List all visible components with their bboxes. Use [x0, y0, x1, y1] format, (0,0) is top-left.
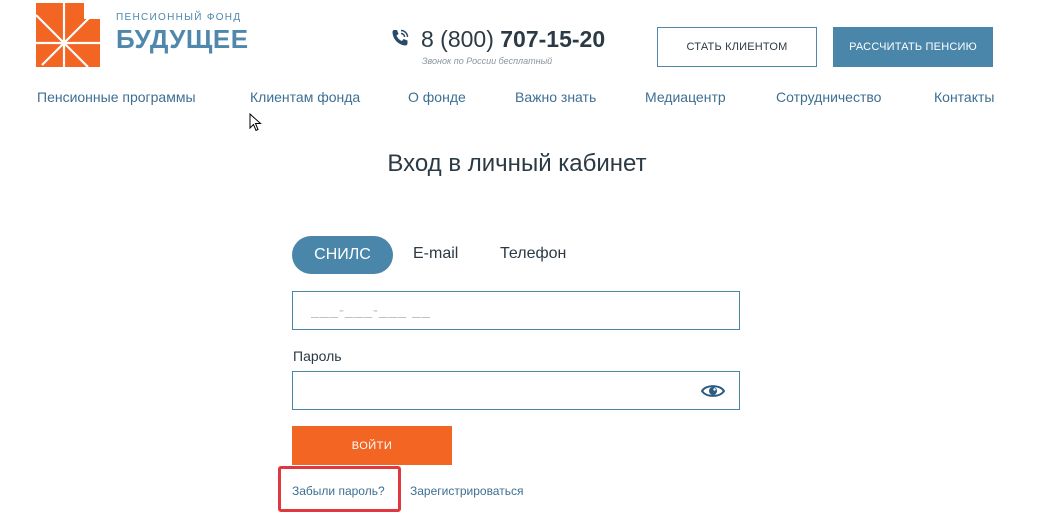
phone-icon — [392, 29, 409, 46]
phone-note: Звонок по России бесплатный — [422, 56, 553, 66]
brand-subtitle: ПЕНСИОННЫЙ ФОНД — [116, 12, 242, 23]
nav-item-important[interactable]: Важно знать — [515, 89, 596, 105]
register-link[interactable]: Зарегистрироваться — [410, 484, 523, 498]
mouse-cursor-icon — [249, 113, 262, 132]
nav-item-contacts[interactable]: Контакты — [934, 89, 994, 105]
password-input[interactable] — [293, 372, 691, 409]
eye-icon[interactable] — [701, 383, 725, 399]
tab-phone[interactable]: Телефон — [500, 245, 566, 263]
nav-item-about[interactable]: О фонде — [408, 89, 466, 105]
tab-snils[interactable]: СНИЛС — [292, 236, 393, 274]
nav-item-clients[interactable]: Клиентам фонда — [250, 89, 360, 105]
snils-input[interactable] — [293, 292, 691, 329]
brand-name: БУДУЩЕЕ — [116, 24, 249, 54]
forgot-password-link[interactable]: Забыли пароль? — [292, 484, 385, 498]
page-title: Вход в личный кабинет — [387, 150, 647, 177]
nav-item-cooperation[interactable]: Сотрудничество — [776, 89, 881, 105]
snils-field[interactable] — [292, 291, 740, 330]
password-field[interactable] — [292, 371, 740, 410]
phone-prefix: 8 (800) — [421, 26, 494, 52]
calculate-pension-button[interactable]: РАССЧИТАТЬ ПЕНСИЮ — [833, 27, 993, 67]
logo-icon[interactable] — [36, 3, 100, 67]
become-client-button[interactable]: СТАТЬ КЛИЕНТОМ — [657, 27, 817, 67]
brand[interactable]: ПЕНСИОННЫЙ ФОНД БУДУЩЕЕ — [116, 12, 249, 54]
phone-main: 707-15-20 — [500, 26, 606, 52]
login-button[interactable]: ВОЙТИ — [292, 426, 452, 465]
phone-number[interactable]: 8 (800) 707-15-20 — [421, 25, 605, 53]
page: ПЕНСИОННЫЙ ФОНД БУДУЩЕЕ 8 (800) 707-15-2… — [0, 0, 1045, 531]
nav-item-pension-programs[interactable]: Пенсионные программы — [37, 89, 196, 105]
password-label: Пароль — [293, 348, 342, 364]
nav-item-media[interactable]: Медиацентр — [645, 89, 726, 105]
tab-email[interactable]: E-mail — [413, 245, 458, 263]
